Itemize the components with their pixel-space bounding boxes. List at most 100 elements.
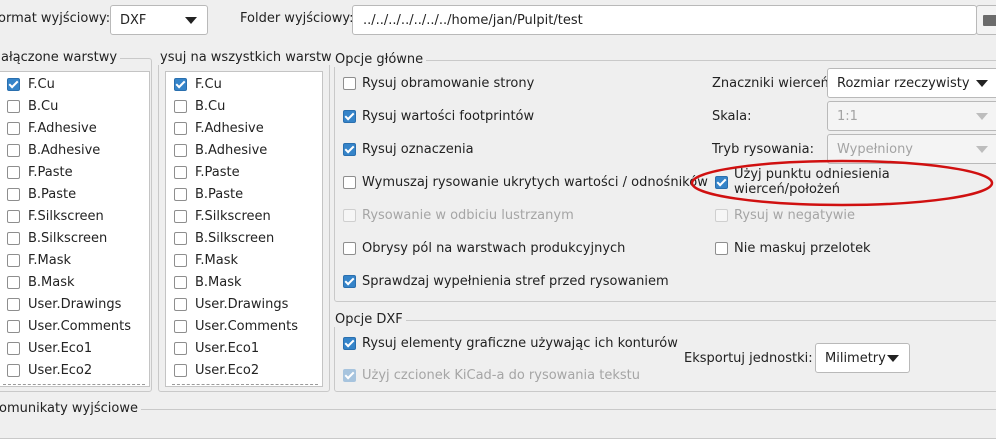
layer-checkbox[interactable] — [174, 231, 187, 245]
checkbox-box[interactable] — [343, 208, 356, 222]
checkbox-box[interactable] — [715, 241, 728, 255]
layer-checkbox[interactable] — [7, 165, 20, 179]
layer-checkbox[interactable] — [174, 187, 187, 201]
layer-checkbox[interactable] — [7, 253, 20, 267]
list-item[interactable]: F.Adhesive — [174, 117, 264, 139]
format-label: ormat wyjściowy: — [0, 11, 111, 26]
main-option-label: Obrysy pól na warstwach produkcyjnych — [362, 240, 626, 256]
layer-checkbox[interactable] — [7, 143, 20, 157]
checkbox-box[interactable] — [343, 368, 356, 382]
list-item[interactable]: User.Eco2 — [174, 359, 259, 381]
layer-checkbox[interactable] — [174, 319, 187, 333]
included-layers-list[interactable]: F.Cu B.Cu F.Adhesive B.Adhesive F.Paste B.Pas… — [0, 71, 150, 387]
list-item[interactable]: User.Eco1 — [7, 337, 92, 359]
layer-checkbox[interactable] — [7, 99, 20, 113]
checkbox-box[interactable] — [343, 241, 356, 255]
all-layers-list[interactable]: F.Cu B.Cu F.Adhesive B.Adhesive F.Paste B.Pas… — [165, 71, 323, 387]
list-item[interactable]: B.Paste — [7, 183, 76, 205]
list-item[interactable]: F.Cu — [174, 73, 222, 95]
layer-checkbox[interactable] — [7, 275, 20, 289]
layer-checkbox[interactable] — [174, 253, 187, 267]
checkbox-box[interactable] — [343, 274, 356, 288]
list-item[interactable]: F.Silkscreen — [174, 205, 271, 227]
list-item[interactable]: User.Eco2 — [7, 359, 92, 381]
checkbox-box[interactable] — [715, 208, 728, 222]
layer-label: User.Drawings — [28, 296, 122, 312]
list-item[interactable]: F.Paste — [7, 161, 73, 183]
main-option-label: Rysuj oznaczenia — [362, 141, 474, 157]
layer-checkbox[interactable] — [7, 77, 20, 91]
contours-label: Rysuj elementy graficzne używając ich ko… — [362, 335, 678, 351]
checkbox-box[interactable] — [343, 175, 356, 189]
checkbox-box[interactable] — [343, 142, 356, 156]
list-item[interactable]: B.Cu — [174, 95, 225, 117]
checkbox-box[interactable] — [343, 109, 356, 123]
layer-checkbox[interactable] — [174, 275, 187, 289]
folder-icon — [983, 15, 996, 26]
layer-checkbox[interactable] — [174, 143, 187, 157]
contours-checkbox[interactable]: Rysuj elementy graficzne używając ich ko… — [343, 333, 678, 353]
layer-label: B.Silkscreen — [28, 230, 108, 246]
layer-label: User.Eco1 — [28, 340, 93, 356]
format-dropdown[interactable]: DXF — [110, 5, 208, 35]
main-option-checkbox[interactable]: Sprawdzaj wypełnienia stref przed rysowa… — [343, 271, 669, 291]
list-item[interactable]: F.Adhesive — [7, 117, 97, 139]
list-item[interactable]: F.Silkscreen — [7, 205, 104, 227]
layer-checkbox[interactable] — [7, 341, 20, 355]
list-item[interactable]: B.Cu — [7, 95, 58, 117]
layer-label: F.Silkscreen — [28, 208, 104, 224]
browse-folder-button[interactable] — [976, 5, 996, 35]
layer-checkbox[interactable] — [174, 341, 187, 355]
main-option-checkbox[interactable]: Rysuj wartości footprintów — [343, 106, 534, 126]
negative-checkbox[interactable]: Rysuj w negatywie — [715, 205, 855, 225]
main-option-checkbox[interactable]: Wymuszaj rysowanie ukrytych wartości / o… — [343, 172, 708, 192]
scale-dropdown[interactable]: 1:1 — [827, 101, 996, 131]
negative-label: Rysuj w negatywie — [734, 207, 856, 223]
layer-checkbox[interactable] — [174, 165, 187, 179]
list-item[interactable]: User.Eco1 — [174, 337, 259, 359]
list-item[interactable]: F.Mask — [174, 249, 238, 271]
list-item[interactable]: User.Comments — [174, 315, 298, 337]
main-option-checkbox[interactable]: Rysowanie w odbiciu lustrzanym — [343, 205, 574, 225]
list-item[interactable]: B.Paste — [174, 183, 243, 205]
checkbox-box[interactable] — [343, 336, 356, 350]
list-item[interactable]: User.Comments — [7, 315, 131, 337]
main-option-label: Sprawdzaj wypełnienia stref przed rysowa… — [362, 273, 669, 289]
main-option-checkbox[interactable]: Obrysy pól na warstwach produkcyjnych — [343, 238, 625, 258]
messages-group — [0, 409, 996, 439]
layer-checkbox[interactable] — [174, 297, 187, 311]
layer-checkbox[interactable] — [174, 77, 187, 91]
list-item[interactable]: B.Adhesive — [174, 139, 267, 161]
kicad-font-checkbox[interactable]: Użyj czcionek KiCad-a do rysowania tekst… — [343, 365, 640, 385]
layer-checkbox[interactable] — [7, 121, 20, 135]
layer-label: B.Mask — [195, 274, 242, 290]
highlight-ellipse — [690, 159, 994, 207]
layer-checkbox[interactable] — [7, 319, 20, 333]
list-item[interactable]: B.Mask — [7, 271, 75, 293]
layer-checkbox[interactable] — [7, 187, 20, 201]
list-item[interactable]: User.Drawings — [174, 293, 288, 315]
checkbox-box[interactable] — [343, 76, 356, 90]
layer-checkbox[interactable] — [7, 209, 20, 223]
export-units-dropdown[interactable]: Milimetry — [815, 343, 910, 373]
list-item[interactable]: F.Mask — [7, 249, 71, 271]
list-item[interactable]: B.Silkscreen — [7, 227, 107, 249]
main-option-checkbox[interactable]: Rysuj oznaczenia — [343, 139, 474, 159]
no-tent-vias-checkbox[interactable]: Nie maskuj przelotek — [715, 238, 871, 258]
list-item[interactable]: B.Mask — [174, 271, 242, 293]
layer-checkbox[interactable] — [174, 363, 187, 377]
list-item[interactable]: F.Cu — [7, 73, 55, 95]
drill-marks-dropdown[interactable]: Rozmiar rzeczywisty — [827, 68, 996, 98]
list-item[interactable]: B.Silkscreen — [174, 227, 274, 249]
layer-checkbox[interactable] — [7, 363, 20, 377]
layer-checkbox[interactable] — [174, 121, 187, 135]
main-option-checkbox[interactable]: Rysuj obramowanie strony — [343, 73, 534, 93]
layer-checkbox[interactable] — [7, 231, 20, 245]
layer-checkbox[interactable] — [174, 209, 187, 223]
list-item[interactable]: User.Drawings — [7, 293, 121, 315]
folder-input[interactable]: ../../../../../../../home/jan/Pulpit/tes… — [352, 5, 977, 35]
list-item[interactable]: F.Paste — [174, 161, 240, 183]
layer-checkbox[interactable] — [174, 99, 187, 113]
layer-checkbox[interactable] — [7, 297, 20, 311]
list-item[interactable]: B.Adhesive — [7, 139, 100, 161]
